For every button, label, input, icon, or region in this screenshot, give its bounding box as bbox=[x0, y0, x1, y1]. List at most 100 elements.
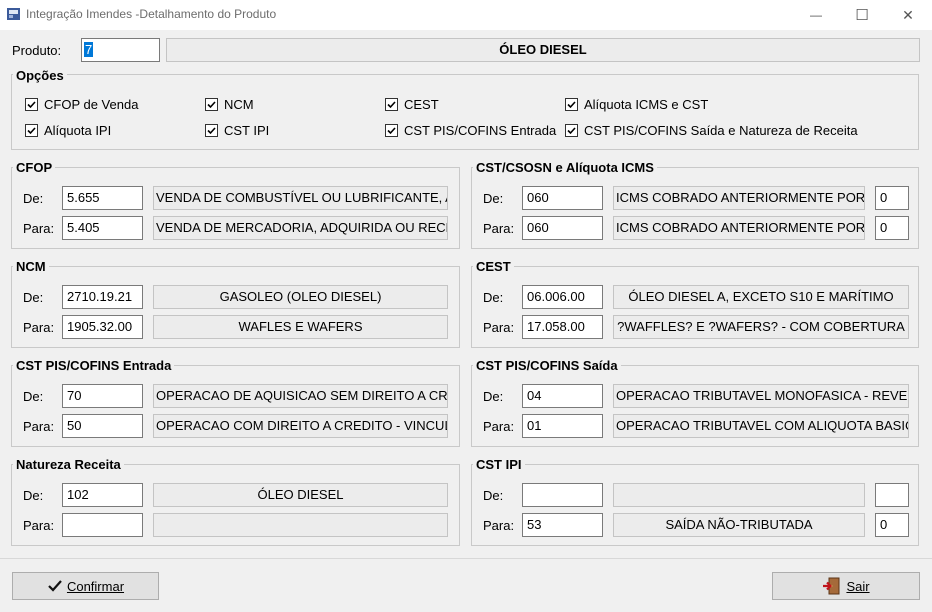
de-label: De: bbox=[23, 191, 44, 206]
ncm-de-description: GASOLEO (OLEO DIESEL) bbox=[153, 285, 448, 309]
pis-entrada-de-description: OPERACAO DE AQUISICAO SEM DIREITO A CRED… bbox=[153, 384, 448, 408]
para-label: Para: bbox=[23, 320, 55, 335]
cst-icms-de-input[interactable]: 060 bbox=[522, 186, 603, 210]
de-label: De: bbox=[23, 389, 44, 404]
cest-de-description: ÓLEO DIESEL A, EXCETO S10 E MARÍTIMO bbox=[613, 285, 909, 309]
checkbox-label: CFOP de Venda bbox=[44, 97, 139, 112]
de-label: De: bbox=[483, 290, 504, 305]
checkbox-pis-saida-natureza[interactable] bbox=[565, 124, 578, 137]
natureza-para-description bbox=[153, 513, 448, 537]
cest-para-input[interactable]: 17.058.00 bbox=[522, 315, 603, 339]
checkbox-ncm[interactable] bbox=[205, 98, 218, 111]
app-icon bbox=[6, 6, 22, 22]
pis-saida-para-description: OPERACAO TRIBUTAVEL COM ALIQUOTA BASICA bbox=[613, 414, 909, 438]
produto-name-display: ÓLEO DIESEL bbox=[166, 38, 920, 62]
para-label: Para: bbox=[23, 419, 55, 434]
cest-de-input[interactable]: 06.006.00 bbox=[522, 285, 603, 309]
check-icon bbox=[387, 127, 396, 135]
para-label: Para: bbox=[483, 320, 515, 335]
checkbox-label: Alíquota IPI bbox=[44, 123, 112, 138]
footer-divider bbox=[0, 558, 932, 559]
para-label: Para: bbox=[23, 518, 55, 533]
checkbox-label: CST PIS/COFINS Entrada bbox=[404, 123, 557, 138]
check-icon bbox=[27, 127, 36, 135]
pis-saida-de-description: OPERACAO TRIBUTAVEL MONOFASICA - REVENDA bbox=[613, 384, 909, 408]
ncm-para-input[interactable]: 1905.32.00 bbox=[62, 315, 143, 339]
ncm-de-input[interactable]: 2710.19.21 bbox=[62, 285, 143, 309]
exit-door-icon bbox=[823, 577, 840, 595]
confirm-button-label: Confirmar bbox=[66, 578, 125, 594]
pis-entrada-de-input[interactable]: 70 bbox=[62, 384, 143, 408]
cfop-group-title: CFOP bbox=[13, 160, 56, 175]
checkbox-label: CST IPI bbox=[224, 123, 270, 138]
maximize-button[interactable]: ☐ bbox=[839, 0, 885, 30]
produto-label: Produto: bbox=[12, 43, 62, 58]
check-icon bbox=[387, 101, 396, 109]
cfop-para-input[interactable]: 5.405 bbox=[62, 216, 143, 240]
cst-ipi-de-aliquota[interactable] bbox=[875, 483, 909, 507]
checkbox-label: NCM bbox=[224, 97, 254, 112]
cst-ipi-de-description bbox=[613, 483, 865, 507]
minimize-button[interactable]: — bbox=[793, 0, 839, 30]
pis-entrada-para-description: OPERACAO COM DIREITO A CREDITO - VINCULA… bbox=[153, 414, 448, 438]
pis-entrada-group-title: CST PIS/COFINS Entrada bbox=[13, 358, 175, 373]
cst-icms-de-aliquota[interactable]: 0 bbox=[875, 186, 909, 210]
cest-para-description: ?WAFFLES? E ?WAFERS? - COM COBERTURA bbox=[613, 315, 909, 339]
checkbox-label: CST PIS/COFINS Saída e Natureza de Recei… bbox=[584, 123, 858, 138]
cst-icms-group-title: CST/CSOSN e Alíquota ICMS bbox=[473, 160, 657, 175]
close-button[interactable]: ✕ bbox=[885, 0, 931, 30]
checkbox-cst-ipi[interactable] bbox=[205, 124, 218, 137]
cfop-de-input[interactable]: 5.655 bbox=[62, 186, 143, 210]
ncm-para-description: WAFLES E WAFERS bbox=[153, 315, 448, 339]
close-icon: ✕ bbox=[902, 6, 914, 23]
checkmark-icon bbox=[48, 580, 62, 592]
check-icon bbox=[567, 127, 576, 135]
cest-group-title: CEST bbox=[473, 259, 514, 274]
cfop-para-description: VENDA DE MERCADORIA, ADQUIRIDA OU RECEBI… bbox=[153, 216, 448, 240]
de-label: De: bbox=[483, 389, 504, 404]
cst-ipi-de-input[interactable] bbox=[522, 483, 603, 507]
check-icon bbox=[207, 101, 216, 109]
checkbox-cfop-venda[interactable] bbox=[25, 98, 38, 111]
pis-entrada-para-input[interactable]: 50 bbox=[62, 414, 143, 438]
exit-button[interactable]: Sair bbox=[772, 572, 920, 600]
checkbox-aliquota-ipi[interactable] bbox=[25, 124, 38, 137]
check-icon bbox=[207, 127, 216, 135]
confirm-button[interactable]: Confirmar bbox=[12, 572, 159, 600]
ncm-group-title: NCM bbox=[13, 259, 49, 274]
window-title: Integração Imendes -Detalhamento do Prod… bbox=[26, 7, 277, 21]
de-label: De: bbox=[23, 488, 44, 503]
cst-ipi-para-description: SAÍDA NÃO-TRIBUTADA bbox=[613, 513, 865, 537]
cst-icms-para-description: ICMS COBRADO ANTERIORMENTE POR SU bbox=[613, 216, 865, 240]
check-icon bbox=[567, 101, 576, 109]
cst-ipi-para-input[interactable]: 53 bbox=[522, 513, 603, 537]
pis-saida-de-input[interactable]: 04 bbox=[522, 384, 603, 408]
cst-icms-para-aliquota[interactable]: 0 bbox=[875, 216, 909, 240]
checkbox-cest[interactable] bbox=[385, 98, 398, 111]
para-label: Para: bbox=[23, 221, 55, 236]
opcoes-group bbox=[11, 74, 919, 150]
checkbox-aliquota-icms-cst[interactable] bbox=[565, 98, 578, 111]
para-label: Para: bbox=[483, 221, 515, 236]
natureza-para-input[interactable] bbox=[62, 513, 143, 537]
para-label: Para: bbox=[483, 518, 515, 533]
maximize-icon: ☐ bbox=[855, 7, 869, 24]
produto-code-input[interactable]: 7 bbox=[81, 38, 160, 62]
natureza-group-title: Natureza Receita bbox=[13, 457, 124, 472]
cst-icms-para-input[interactable]: 060 bbox=[522, 216, 603, 240]
checkbox-label: Alíquota ICMS e CST bbox=[584, 97, 709, 112]
produto-code-value: 7 bbox=[84, 42, 94, 57]
cfop-de-description: VENDA DE COMBUSTÍVEL OU LUBRIFICANTE, AD… bbox=[153, 186, 448, 210]
checkbox-pis-entrada[interactable] bbox=[385, 124, 398, 137]
exit-button-label: Sair bbox=[846, 578, 870, 594]
cst-ipi-para-aliquota[interactable]: 0 bbox=[875, 513, 909, 537]
pis-saida-para-input[interactable]: 01 bbox=[522, 414, 603, 438]
check-icon bbox=[27, 101, 36, 109]
natureza-de-input[interactable]: 102 bbox=[62, 483, 143, 507]
opcoes-group-title: Opções bbox=[13, 68, 67, 83]
pis-saida-group-title: CST PIS/COFINS Saída bbox=[473, 358, 621, 373]
title-bar: Integração Imendes -Detalhamento do Prod… bbox=[0, 0, 932, 30]
para-label: Para: bbox=[483, 419, 515, 434]
cst-ipi-group-title: CST IPI bbox=[473, 457, 525, 472]
natureza-de-description: ÓLEO DIESEL bbox=[153, 483, 448, 507]
